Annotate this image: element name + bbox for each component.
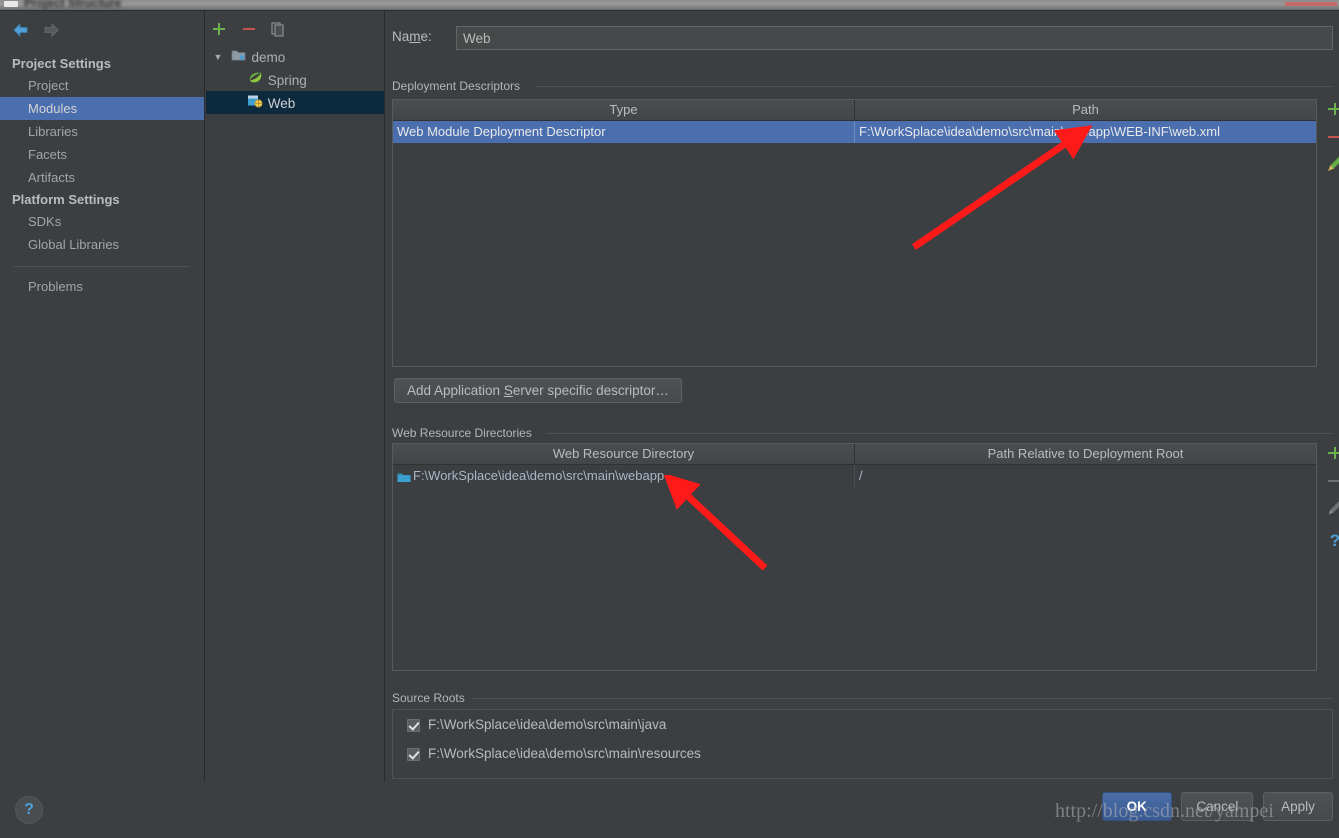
cell-descriptor-type: Web Module Deployment Descriptor xyxy=(393,121,855,143)
source-root-row[interactable]: F:\WorkSplace\idea\demo\src\main\java xyxy=(393,710,1332,739)
sidebar-divider xyxy=(14,266,190,267)
sidebar-section-platform-settings: Platform Settings xyxy=(12,192,120,207)
remove-web-resource-button xyxy=(1321,471,1339,499)
add-module-button[interactable] xyxy=(206,19,232,41)
module-editor-panel: Name: Deployment Descriptors Type Path W… xyxy=(386,11,1339,783)
btn-text-post: erver specific descriptor… xyxy=(512,383,669,398)
ok-button[interactable]: OK xyxy=(1101,792,1172,821)
tree-node-label: demo xyxy=(251,49,286,65)
sidebar-item-problems[interactable]: Problems xyxy=(0,275,204,298)
module-name-label: Name: xyxy=(392,29,432,44)
cell-web-resource-directory-text: F:\WorkSplace\idea\demo\src\main\webapp xyxy=(413,468,665,483)
sidebar-item-sdks[interactable]: SDKs xyxy=(0,210,204,233)
settings-sidebar: Project Settings Project Modules Librari… xyxy=(0,11,205,783)
edit-descriptor-button[interactable] xyxy=(1321,155,1339,183)
source-roots-group-label: Source Roots xyxy=(392,691,472,705)
source-roots-list: F:\WorkSplace\idea\demo\src\main\java F:… xyxy=(392,709,1333,779)
remove-module-button[interactable] xyxy=(236,19,262,41)
name-label-mnemonic: m xyxy=(409,29,421,44)
add-app-server-descriptor-button[interactable]: Add Application Server specific descript… xyxy=(394,378,682,403)
tree-node-demo[interactable]: ▼ demo xyxy=(206,45,384,68)
add-descriptor-button[interactable] xyxy=(1321,99,1339,127)
web-resource-directories-rule xyxy=(546,433,1333,434)
cell-web-resource-directory: F:\WorkSplace\idea\demo\src\main\webapp xyxy=(393,465,855,487)
web-resource-directories-group-label: Web Resource Directories xyxy=(392,426,539,440)
back-arrow-icon[interactable] xyxy=(8,19,34,41)
sidebar-section-project-settings: Project Settings xyxy=(12,56,111,71)
add-web-resource-button[interactable] xyxy=(1321,443,1339,471)
column-header-type[interactable]: Type xyxy=(393,100,855,120)
sidebar-item-artifacts[interactable]: Artifacts xyxy=(0,166,204,189)
tree-node-spring[interactable]: Spring xyxy=(206,68,384,91)
module-name-row: Name: xyxy=(392,26,1333,50)
edit-web-resource-button xyxy=(1321,499,1339,527)
source-roots-rule xyxy=(471,698,1333,699)
cell-path-relative: / xyxy=(859,468,863,483)
table-header-row: Web Resource Directory Path Relative to … xyxy=(393,444,1316,465)
window-titlebar: Project Structure xyxy=(0,0,1339,10)
deployment-descriptors-table: Type Path Web Module Deployment Descript… xyxy=(392,99,1317,367)
dialog-button-group: OK Cancel Apply xyxy=(1096,792,1333,821)
help-button[interactable]: ? xyxy=(15,796,43,824)
tree-node-label: Spring xyxy=(267,72,307,88)
tree-node-web[interactable]: Web xyxy=(206,91,384,114)
forward-arrow-icon[interactable] xyxy=(38,19,64,41)
web-resource-help-button[interactable]: ? xyxy=(1321,527,1339,555)
window-title: Project Structure xyxy=(24,0,122,10)
source-root-path: F:\WorkSplace\idea\demo\src\main\resourc… xyxy=(428,746,701,761)
btn-text-pre: Add Application xyxy=(407,383,504,398)
copy-module-button[interactable] xyxy=(265,19,291,41)
module-tree-toolbar xyxy=(206,19,384,45)
dialog-footer: ? OK Cancel Apply xyxy=(0,782,1339,838)
table-row[interactable]: F:\WorkSplace\idea\demo\src\main\webapp … xyxy=(393,465,1316,487)
table-row[interactable]: Web Module Deployment Descriptor F:\Work… xyxy=(393,121,1316,143)
column-header-web-resource-directory[interactable]: Web Resource Directory xyxy=(393,444,855,464)
name-label-pre: Na xyxy=(392,29,410,44)
deployment-descriptors-toolbar xyxy=(1321,99,1339,183)
project-structure-dialog: Project Structure Project Settings Proje… xyxy=(0,0,1339,838)
sidebar-nav xyxy=(8,19,64,43)
table-header-row: Type Path xyxy=(393,100,1316,121)
spring-leaf-icon xyxy=(246,69,264,92)
source-root-checkbox[interactable] xyxy=(407,718,420,732)
module-name-input[interactable] xyxy=(456,26,1333,50)
sidebar-item-libraries[interactable]: Libraries xyxy=(0,120,204,143)
app-icon xyxy=(4,1,18,7)
source-root-path: F:\WorkSplace\idea\demo\src\main\java xyxy=(428,717,667,732)
name-label-post: e: xyxy=(420,29,432,44)
cell-descriptor-path: F:\WorkSplace\idea\demo\src\main\webapp\… xyxy=(859,124,1220,139)
column-header-path[interactable]: Path xyxy=(855,100,1316,120)
deployment-descriptors-rule xyxy=(536,86,1333,87)
tree-node-label: Web xyxy=(267,95,296,111)
module-tree-panel: ▼ demo Spring Web xyxy=(206,11,385,783)
window-close-button[interactable] xyxy=(1285,2,1337,6)
sidebar-item-global-libraries[interactable]: Global Libraries xyxy=(0,233,204,256)
btn-text-mnemonic: S xyxy=(503,383,513,398)
dialog-body: Project Settings Project Modules Librari… xyxy=(0,10,1339,838)
cancel-button[interactable]: Cancel xyxy=(1181,792,1254,821)
chevron-down-icon[interactable]: ▼ xyxy=(210,46,226,69)
remove-descriptor-button[interactable] xyxy=(1321,127,1339,155)
sidebar-item-project[interactable]: Project xyxy=(0,74,204,97)
web-resource-directories-table: Web Resource Directory Path Relative to … xyxy=(392,443,1317,671)
sidebar-item-modules[interactable]: Modules xyxy=(0,97,204,120)
module-folder-icon xyxy=(230,46,248,69)
web-resource-directories-toolbar: ? xyxy=(1321,443,1339,555)
source-root-checkbox[interactable] xyxy=(407,747,420,761)
deployment-descriptors-group-label: Deployment Descriptors xyxy=(392,79,528,93)
column-header-path-relative[interactable]: Path Relative to Deployment Root xyxy=(855,444,1316,464)
source-root-row[interactable]: F:\WorkSplace\idea\demo\src\main\resourc… xyxy=(393,739,1332,768)
module-tree-items: ▼ demo Spring Web xyxy=(206,45,384,114)
folder-icon xyxy=(397,466,413,487)
web-facet-icon xyxy=(246,92,264,115)
sidebar-item-facets[interactable]: Facets xyxy=(0,143,204,166)
apply-button[interactable]: Apply xyxy=(1263,792,1333,821)
